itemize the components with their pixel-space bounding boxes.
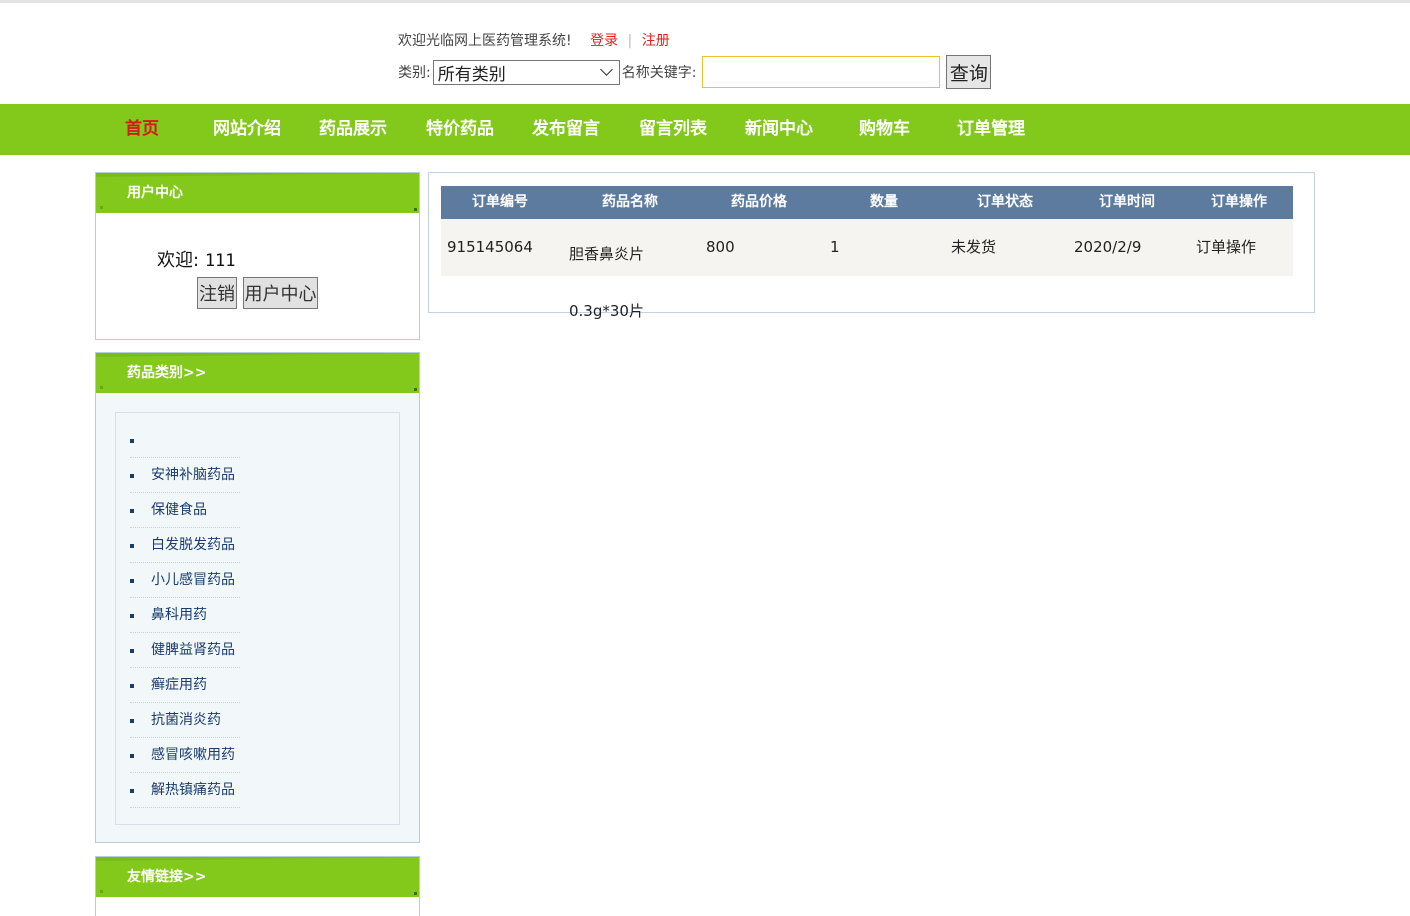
bullet-icon <box>130 474 134 478</box>
category-title: 药品类别>> <box>127 365 207 381</box>
category-item-label: 抗菌消炎药 <box>151 712 221 728</box>
drug-name: 胆香鼻炎片 0.3g*30片 <box>569 226 644 340</box>
nav-drugs[interactable]: 药品展示 <box>319 104 387 155</box>
category-item-label: 保健食品 <box>151 502 207 518</box>
bullet-icon <box>130 789 134 793</box>
drug-name-line2: 0.3g*30片 <box>569 302 644 320</box>
category-body: 安神补脑药品 保健食品 白发脱发药品 小儿感冒药品 鼻科用药 健脾益肾药品 癣症… <box>96 393 419 842</box>
links-header: 友情链接>> <box>96 857 421 897</box>
chevron-down-icon <box>599 63 613 76</box>
login-link[interactable]: 登录 <box>590 33 618 49</box>
bullet-icon <box>130 754 134 758</box>
keyword-input[interactable] <box>702 56 941 88</box>
search-bar: 类别: 所有类别 名称关键字: 查询 <box>398 53 992 91</box>
order-status: 未发货 <box>951 238 997 256</box>
nav-orders[interactable]: 订单管理 <box>957 104 1025 155</box>
link-separator: | <box>627 33 633 49</box>
bullet-icon <box>130 509 134 513</box>
category-item[interactable]: 癣症用药 <box>130 668 240 703</box>
main-nav: 首页 网站介绍 药品展示 特价药品 发布留言 留言列表 新闻中心 购物车 订单管… <box>0 104 1410 155</box>
col-status: 订单状态 <box>977 194 1033 210</box>
category-item[interactable]: 抗菌消炎药 <box>130 703 240 738</box>
category-item[interactable] <box>130 423 240 458</box>
decor-dot <box>414 208 417 211</box>
category-item-label: 鼻科用药 <box>151 607 207 623</box>
username: 111 <box>204 251 236 271</box>
category-item[interactable]: 白发脱发药品 <box>130 528 240 563</box>
nav-home[interactable]: 首页 <box>125 104 159 155</box>
order-id: 915145064 <box>447 238 533 256</box>
category-item-label: 白发脱发药品 <box>151 537 235 553</box>
nav-about[interactable]: 网站介绍 <box>213 104 281 155</box>
welcome-text: 欢迎光临网上医药管理系统! <box>398 33 572 49</box>
category-list: 安神补脑药品 保健食品 白发脱发药品 小儿感冒药品 鼻科用药 健脾益肾药品 癣症… <box>130 423 240 808</box>
col-action: 订单操作 <box>1211 194 1267 210</box>
col-quantity: 数量 <box>870 194 898 210</box>
bullet-icon <box>130 649 134 653</box>
user-center-box: 用户中心 欢迎: 111 注销 用户中心 <box>95 172 421 340</box>
bullet-icon <box>130 439 134 443</box>
col-drug-name: 药品名称 <box>602 194 658 210</box>
category-item[interactable]: 解热镇痛药品 <box>130 773 240 808</box>
user-center-title: 用户中心 <box>127 185 183 201</box>
category-item-label: 安神补脑药品 <box>151 467 235 483</box>
user-center-button[interactable]: 用户中心 <box>243 277 318 309</box>
decor-dot <box>100 890 103 893</box>
search-button[interactable]: 查询 <box>946 55 992 89</box>
order-action-link[interactable]: 订单操作 <box>1196 219 1256 276</box>
col-order-id: 订单编号 <box>472 194 528 210</box>
col-date: 订单时间 <box>1099 194 1155 210</box>
order-date: 2020/2/9 <box>1074 238 1142 256</box>
decor-dot <box>100 386 103 389</box>
category-label: 类别: <box>398 65 431 81</box>
user-welcome: 欢迎: 111 <box>157 246 236 272</box>
category-item-label: 健脾益肾药品 <box>151 642 235 658</box>
category-box: 药品类别>> 安神补脑药品 保健食品 白发脱发药品 小儿感冒药品 鼻科用药 健脾… <box>95 352 421 843</box>
category-item-label: 癣症用药 <box>151 677 207 693</box>
bullet-icon <box>130 544 134 548</box>
welcome-bar: 欢迎光临网上医药管理系统! 登录 | 注册 <box>398 30 670 50</box>
decor-dot <box>414 388 417 391</box>
keyword-label: 名称关键字: <box>621 65 697 81</box>
decor-dot <box>414 892 417 895</box>
category-header: 药品类别>> <box>96 353 421 393</box>
category-item-label: 小儿感冒药品 <box>151 572 235 588</box>
col-price: 药品价格 <box>731 194 787 210</box>
bullet-icon <box>130 684 134 688</box>
order-quantity: 1 <box>830 238 840 256</box>
nav-news[interactable]: 新闻中心 <box>745 104 813 155</box>
category-item-label: 解热镇痛药品 <box>151 782 235 798</box>
category-select[interactable]: 所有类别 <box>432 59 620 85</box>
category-item[interactable]: 小儿感冒药品 <box>130 563 240 598</box>
bullet-icon <box>130 719 134 723</box>
decor-dot <box>100 206 103 209</box>
user-center-header: 用户中心 <box>96 173 421 213</box>
order-table-header: 订单编号 药品名称 药品价格 数量 订单状态 订单时间 订单操作 <box>441 186 1293 219</box>
table-row: 915145064 胆香鼻炎片 0.3g*30片 800 1 未发货 2020/… <box>441 219 1293 320</box>
nav-specials[interactable]: 特价药品 <box>426 104 494 155</box>
order-price: 800 <box>706 238 735 256</box>
links-title: 友情链接>> <box>127 869 207 885</box>
category-item[interactable]: 健脾益肾药品 <box>130 633 240 668</box>
category-item-label: 感冒咳嗽用药 <box>151 747 235 763</box>
category-item[interactable]: 感冒咳嗽用药 <box>130 738 240 773</box>
nav-cart[interactable]: 购物车 <box>859 104 910 155</box>
category-item[interactable]: 安神补脑药品 <box>130 458 240 493</box>
category-list-frame: 安神补脑药品 保健食品 白发脱发药品 小儿感冒药品 鼻科用药 健脾益肾药品 癣症… <box>115 412 400 825</box>
bullet-icon <box>130 579 134 583</box>
logout-button[interactable]: 注销 <box>197 277 237 309</box>
order-panel: 订单编号 药品名称 药品价格 数量 订单状态 订单时间 订单操作 9151450… <box>428 172 1315 320</box>
category-item[interactable]: 保健食品 <box>130 493 240 528</box>
links-box: 友情链接>> <box>95 856 421 916</box>
nav-message-list[interactable]: 留言列表 <box>639 104 707 155</box>
category-selected-value: 所有类别 <box>437 64 506 85</box>
nav-post-message[interactable]: 发布留言 <box>532 104 600 155</box>
drug-name-line1: 胆香鼻炎片 <box>569 245 645 263</box>
register-link[interactable]: 注册 <box>642 33 670 49</box>
user-welcome-prefix: 欢迎: <box>157 250 200 271</box>
bullet-icon <box>130 614 134 618</box>
category-item[interactable]: 鼻科用药 <box>130 598 240 633</box>
